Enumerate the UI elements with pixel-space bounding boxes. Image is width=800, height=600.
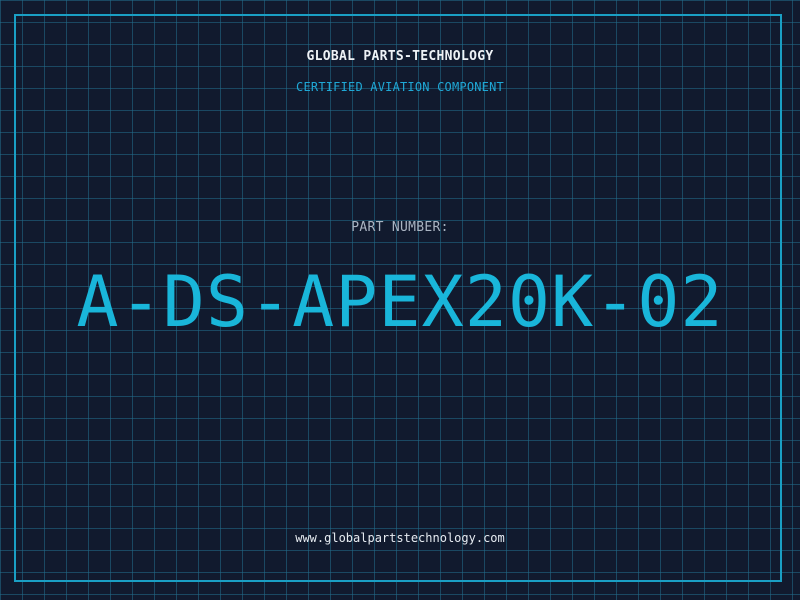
- company-name: GLOBAL PARTS-TECHNOLOGY: [306, 49, 494, 64]
- website-url: www.globalpartstechnology.com: [295, 531, 505, 545]
- certification-subtitle: CERTIFIED AVIATION COMPONENT: [296, 80, 504, 94]
- certificate-canvas: GLOBAL PARTS-TECHNOLOGY CERTIFIED AVIATI…: [0, 0, 800, 600]
- part-number-label: PART NUMBER:: [351, 220, 449, 235]
- part-number-value: A-DS-APEX20K-02: [76, 261, 724, 343]
